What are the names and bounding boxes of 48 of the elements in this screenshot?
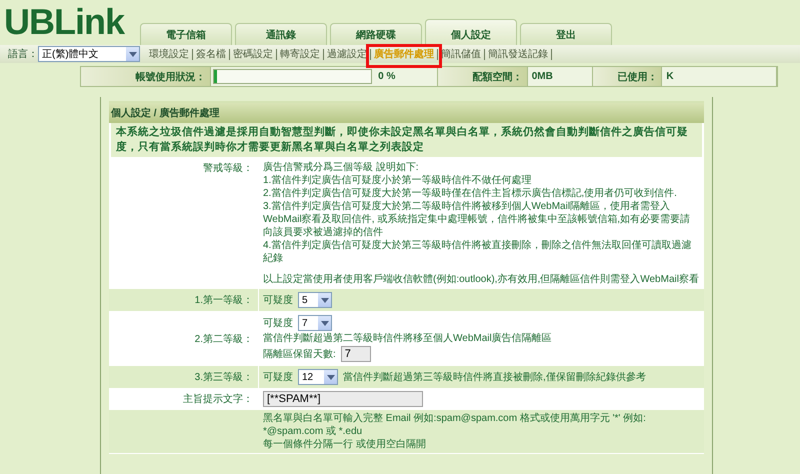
score-label: 可疑度 — [263, 370, 293, 384]
submenu-link[interactable]: 簽名檔 — [193, 48, 230, 60]
score-select[interactable]: 12 — [298, 369, 338, 385]
caret-icon — [324, 370, 337, 384]
subject-field[interactable]: [**SPAM**] — [263, 391, 423, 407]
field-label: 3.第三等級： — [109, 366, 259, 388]
score-select[interactable]: 5 — [298, 292, 332, 308]
nav-tab[interactable]: 登出 — [520, 23, 612, 45]
score-select[interactable]: 7 — [298, 315, 332, 331]
caret-icon — [318, 293, 331, 307]
field-label: 1.第一等級： — [109, 289, 259, 311]
field-label: 警戒等級： — [109, 159, 259, 288]
breadcrumb: 個人設定 / 廣告郵件處理 — [109, 101, 704, 123]
used-label: 已使用： — [592, 67, 662, 86]
field-label: 2.第二等級： — [109, 312, 259, 365]
nav-tab[interactable]: 通訊錄 — [235, 23, 327, 45]
warning-note: 以上設定當使用者使用客戶端收信軟體(例如:outlook),亦有效用,但隔離區信件則需登入WebMail察看 — [263, 273, 700, 286]
nav-tab[interactable]: 個人設定 — [425, 19, 517, 45]
warning-text: 1.當信件判定廣告信可疑度小於第一等級時信件不做任何處理 — [263, 174, 532, 187]
submenu-link[interactable]: 密碼設定 — [230, 48, 277, 60]
logo: UBLink — [4, 0, 124, 44]
nav-tab[interactable]: 網路硬碟 — [330, 23, 422, 45]
submenu-link[interactable]: 簡訊發送記錄 — [485, 48, 552, 60]
quota-label: 配額空間： — [438, 67, 528, 86]
level-note: 當信件判斷超過第二等級時信件將移至個人WebMail廣告信隔離區 — [263, 332, 553, 345]
days-field[interactable]: 7 — [340, 346, 371, 362]
submenu-link[interactable]: 轉寄設定 — [277, 48, 324, 60]
nav-tab[interactable]: 電子信箱 — [140, 23, 232, 45]
score-label: 可疑度 — [263, 316, 293, 330]
caret-icon — [126, 47, 139, 61]
days-label: 隔離區保留天數: — [263, 348, 336, 360]
intro-text: 本系統之垃圾信件過濾是採用自動智慧型判斷，即使你未設定黑名單與白名單，系統仍然會自動判斷信件之廣告信可疑度，只有當系統誤判時你才需要更新黑名單與白名單之列表設定 — [109, 123, 704, 159]
submenu-link[interactable]: 環境設定 — [146, 48, 193, 60]
score-label: 可疑度 — [263, 294, 293, 306]
help-text: 黑名單與白名單可輸入完整 Email 例如:spam@spam.com 格式或使用萬用字元 '*' 例如: *@spam.com 或 *.edu — [263, 412, 647, 438]
warning-text: 2.當信件判定廣告信可疑度大於第一等級時僅在信件主旨標示廣告信標記,使用者仍可收到信件. — [263, 187, 678, 200]
warning-text: 4.當信件判定廣告信可疑度大於第三等級時信件將被直接刪除，刪除之信件無法取回僅可讀取過濾紀錄 — [263, 239, 692, 265]
used-value: K — [662, 67, 777, 86]
language-label: 語言： — [8, 48, 38, 61]
warning-text: 3.當信件判定廣告信可疑度大於第二等級時信件將被移到個人WebMail隔離區，使用者需登入WebMail察看及取回信件, 或系統指定集中處理帳號，信件將被集中至該帳號信箱,如有必要需要請向該員要求被過濾掉的信件 — [263, 200, 692, 239]
usage-label: 帳號使用狀況： — [81, 67, 211, 86]
field-label: 主旨提示文字： — [109, 389, 259, 409]
language-select[interactable]: 正(繁)體中文 — [38, 46, 140, 62]
help-text: 每一個條件分隔一行 或使用空白隔開 — [263, 438, 427, 451]
warning-text: 廣告信警戒分爲三個等級 說明如下: — [263, 161, 420, 174]
caret-icon — [318, 316, 331, 330]
submenu-link[interactable]: 過濾設定 — [324, 48, 371, 60]
level-note: 當信件判斷超過第三等級時信件將直接被刪除,僅保留刪除紀錄供參考 — [343, 370, 646, 384]
